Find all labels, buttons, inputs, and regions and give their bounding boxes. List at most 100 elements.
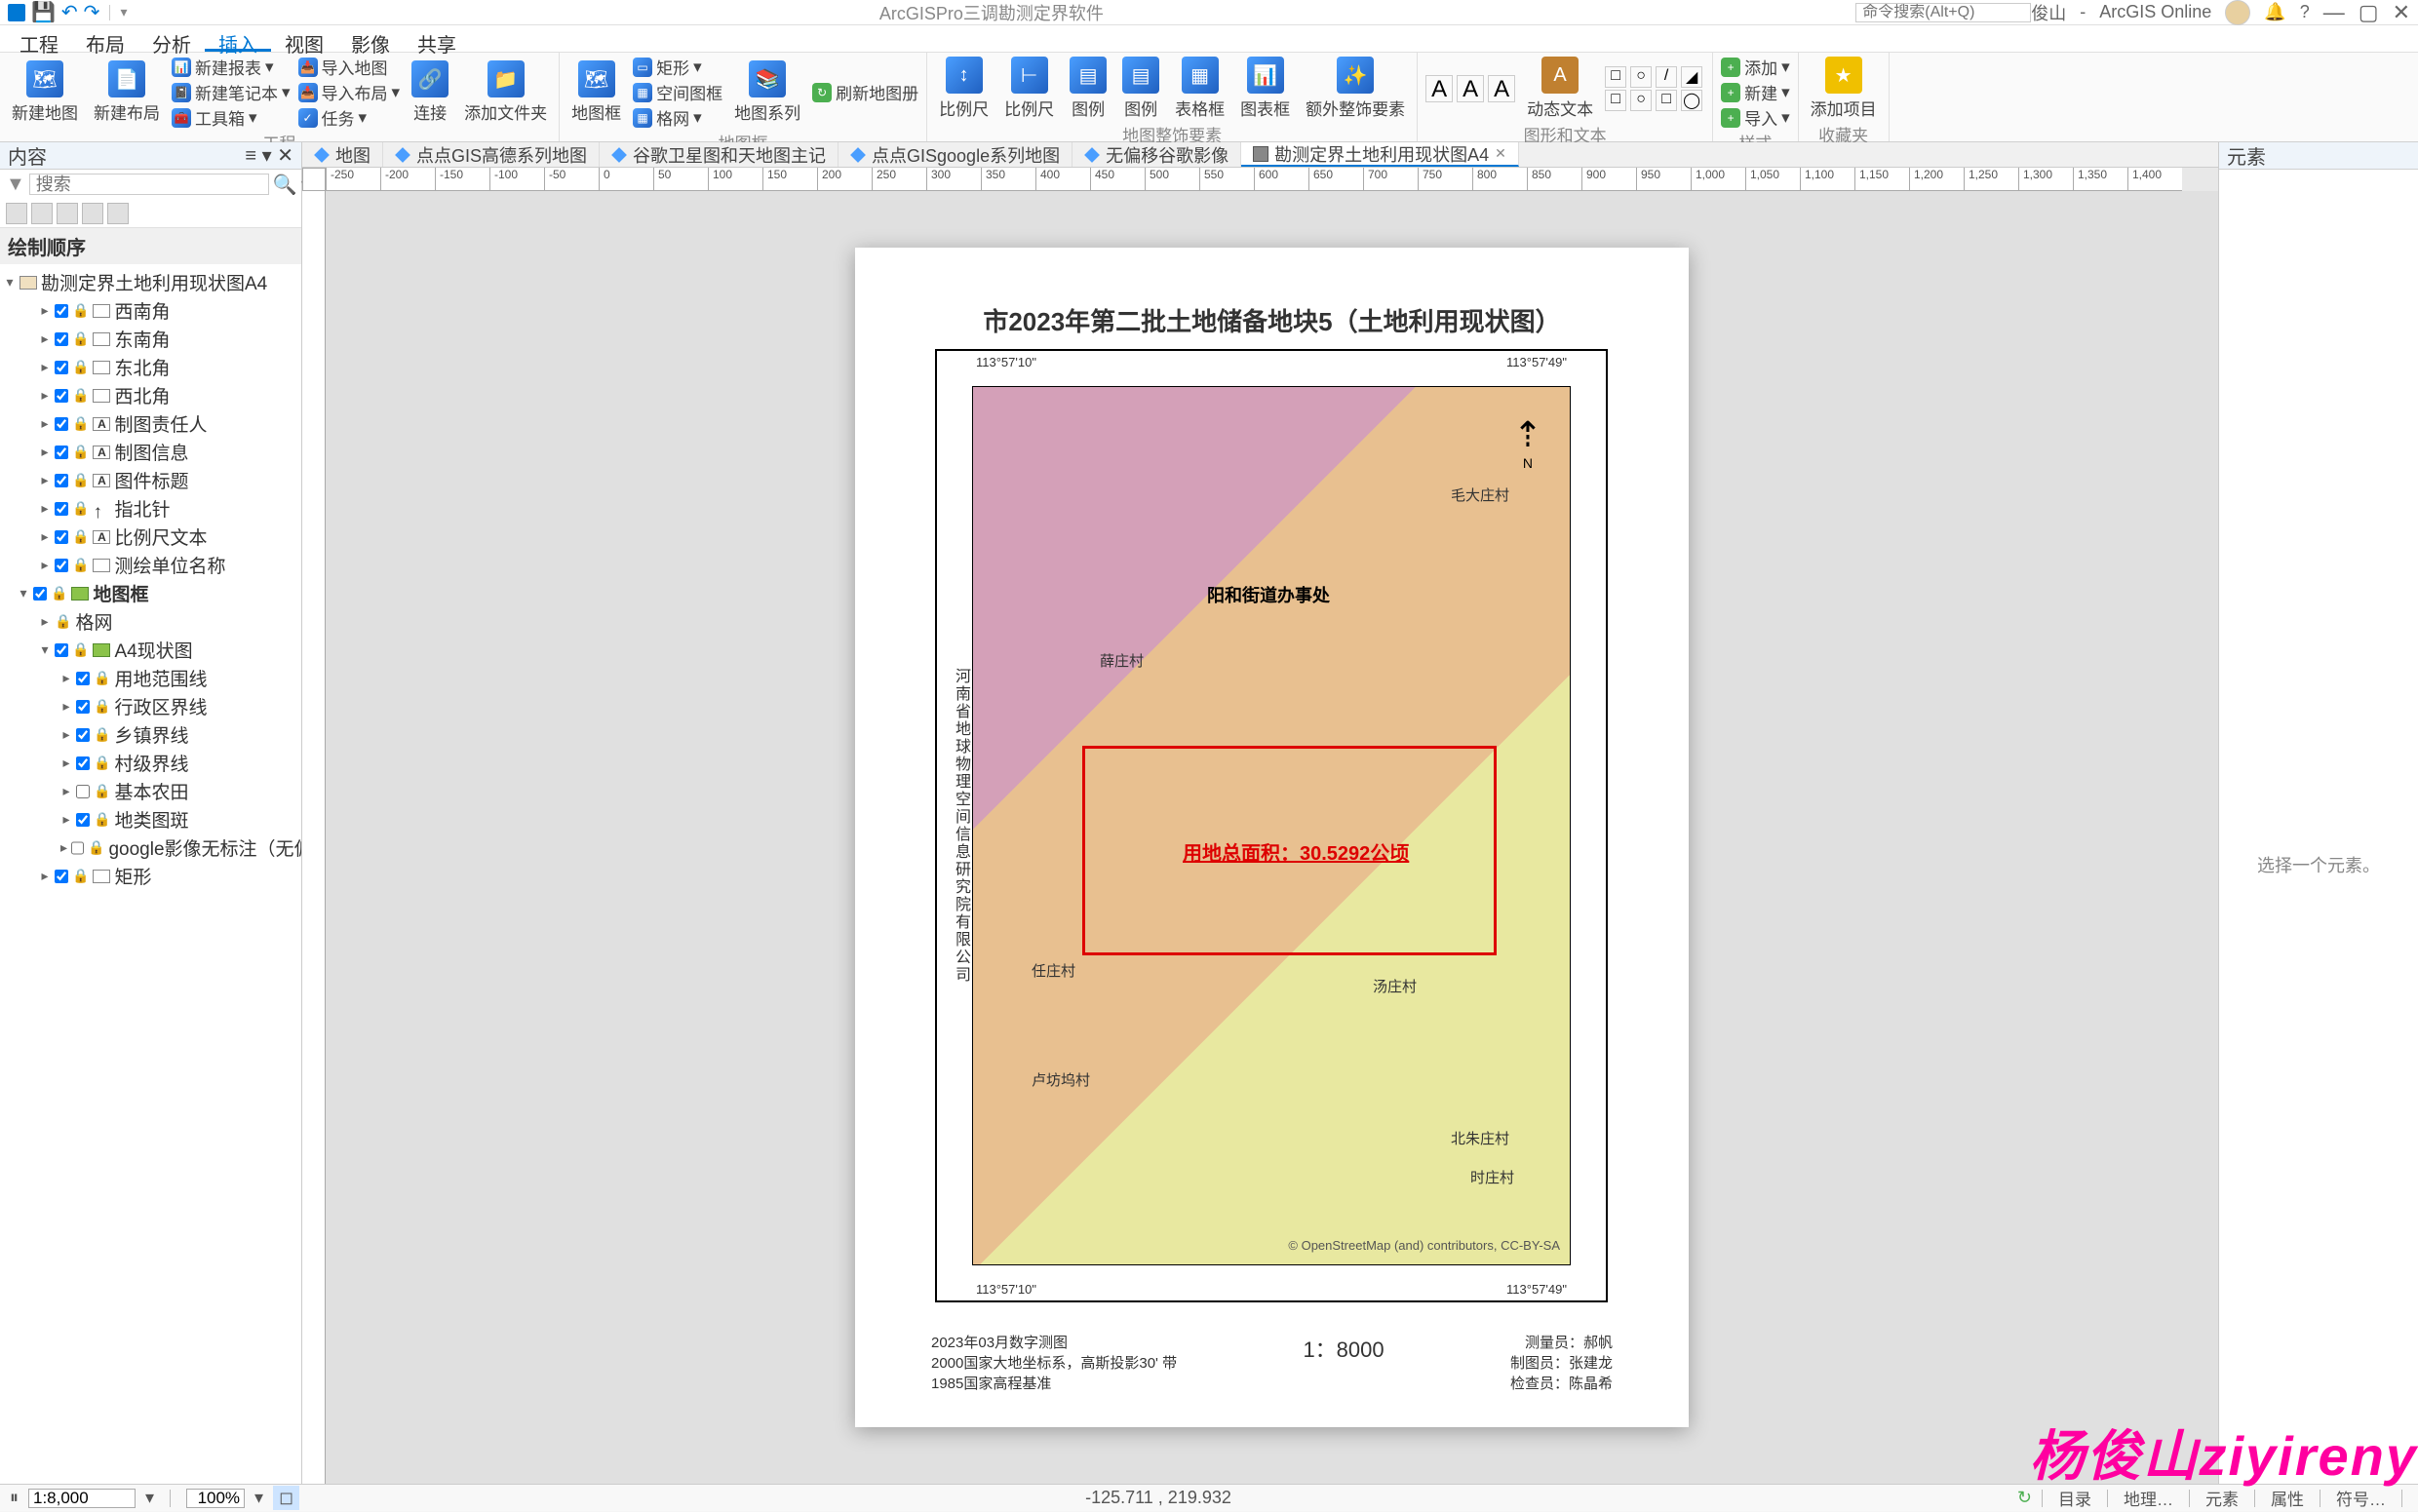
map-series-button[interactable]: 📚地图系列 xyxy=(730,58,804,126)
tree-item[interactable]: ▸🔒乡镇界线 xyxy=(0,720,301,749)
tree-item[interactable]: ▸🔒用地范围线 xyxy=(0,664,301,692)
shape-1[interactable]: ○ xyxy=(1630,66,1652,88)
tree-item[interactable]: ▸🔒东北角 xyxy=(0,353,301,381)
command-search-input[interactable] xyxy=(1855,3,2031,22)
view-tab[interactable]: 无偏移谷歌影像 xyxy=(1072,142,1241,167)
zoom-fit-button[interactable]: ◻ xyxy=(273,1486,299,1510)
tree-item[interactable]: ▸🔒测绘单位名称 xyxy=(0,551,301,579)
layer-checkbox[interactable] xyxy=(71,841,84,855)
layer-checkbox[interactable] xyxy=(76,728,90,742)
menu-分析[interactable]: 分析 xyxy=(138,25,205,52)
source-view-button[interactable] xyxy=(31,203,53,224)
tree-item[interactable]: ▸🔒行政区界线 xyxy=(0,692,301,720)
layer-checkbox[interactable] xyxy=(55,474,68,487)
surround-1[interactable]: ⊢比例尺 xyxy=(1000,55,1058,122)
tree-item[interactable]: ▸🔒村级界线 xyxy=(0,749,301,777)
tree-item[interactable]: ▾🔒A4现状图 xyxy=(0,636,301,664)
zoom-dropdown-icon[interactable]: ▾ xyxy=(254,1488,263,1508)
layer-checkbox[interactable] xyxy=(55,361,68,374)
filter-icon[interactable]: ▼ xyxy=(6,174,25,196)
text-style-3[interactable]: A xyxy=(1488,75,1515,102)
mapframe-button[interactable]: 🗺地图框 xyxy=(567,58,625,126)
tree-item[interactable]: ▸🔒google影像无标注（无偏移） xyxy=(0,834,301,862)
panel-close-icon[interactable]: ✕ xyxy=(277,145,293,167)
layer-checkbox[interactable] xyxy=(55,502,68,516)
shape-4[interactable]: □ xyxy=(1605,90,1626,111)
layer-checkbox[interactable] xyxy=(55,559,68,572)
menu-插入[interactable]: 插入 xyxy=(205,25,271,52)
shape-6[interactable]: □ xyxy=(1656,90,1677,111)
layer-checkbox[interactable] xyxy=(76,756,90,770)
surround-0[interactable]: ↕比例尺 xyxy=(935,55,993,122)
qat-dropdown-icon[interactable]: ▾ xyxy=(120,4,127,20)
layer-checkbox[interactable] xyxy=(55,332,68,346)
list-view-button[interactable] xyxy=(6,203,27,224)
save-icon[interactable]: 💾 xyxy=(31,0,56,24)
shape-5[interactable]: ○ xyxy=(1630,90,1652,111)
surround-3[interactable]: ▤图例 xyxy=(1118,55,1163,122)
tree-item[interactable]: ▸🔒东南角 xyxy=(0,325,301,353)
help-icon[interactable]: ? xyxy=(2300,2,2310,22)
tree-item[interactable]: ▸🔒A比例尺文本 xyxy=(0,523,301,551)
view-tab[interactable]: 谷歌卫星图和天地图主记 xyxy=(600,142,838,167)
style-2[interactable]: +导入▾ xyxy=(1721,105,1790,130)
selection-view-button[interactable] xyxy=(57,203,78,224)
menu-工程[interactable]: 工程 xyxy=(6,25,72,52)
notification-icon[interactable]: 🔔 xyxy=(2264,2,2285,22)
scale-dropdown-icon[interactable]: ▾ xyxy=(145,1488,154,1508)
layer-checkbox[interactable] xyxy=(55,530,68,544)
chevron-down-icon[interactable]: ▾ xyxy=(262,145,272,167)
shape-2[interactable]: / xyxy=(1656,66,1677,88)
import-map-button[interactable]: 📥导入地图 xyxy=(298,55,401,79)
undo-icon[interactable]: ↶ xyxy=(61,0,78,24)
style-0[interactable]: +添加▾ xyxy=(1721,55,1790,79)
pause-icon[interactable]: ⏸ xyxy=(10,1488,19,1508)
redo-icon[interactable]: ↷ xyxy=(84,0,100,24)
surround-4[interactable]: ▦表格框 xyxy=(1171,55,1228,122)
dynamic-text-button[interactable]: A动态文本 xyxy=(1523,55,1597,122)
view-tab[interactable]: 地图 xyxy=(302,142,383,167)
tree-item[interactable]: ▸🔒地类图斑 xyxy=(0,805,301,834)
panel-menu-icon[interactable]: ≡ xyxy=(245,145,256,167)
maximize-button[interactable]: ▢ xyxy=(2359,0,2379,25)
add-folder-button[interactable]: 📁添加文件夹 xyxy=(460,58,551,126)
zoom-input[interactable] xyxy=(186,1489,245,1508)
menu-视图[interactable]: 视图 xyxy=(271,25,337,52)
layer-checkbox[interactable] xyxy=(76,700,90,714)
shape-7[interactable]: ◯ xyxy=(1681,90,1702,111)
rectangle-button[interactable]: ▭矩形▾ xyxy=(633,55,722,79)
tree-item[interactable]: ▸🔒格网 xyxy=(0,607,301,636)
shape-3[interactable]: ◢ xyxy=(1681,66,1702,88)
contents-search-input[interactable] xyxy=(29,174,269,195)
surround-6[interactable]: ✨额外整饰要素 xyxy=(1302,55,1409,122)
layer-checkbox[interactable] xyxy=(76,785,90,798)
edit-view-button[interactable] xyxy=(82,203,103,224)
layer-checkbox[interactable] xyxy=(55,417,68,431)
new-notebook-button[interactable]: 📓新建笔记本▾ xyxy=(172,80,291,104)
scale-input[interactable] xyxy=(28,1489,136,1508)
close-button[interactable]: ✕ xyxy=(2393,0,2410,25)
new-report-button[interactable]: 📊新建报表▾ xyxy=(172,55,291,79)
text-style-1[interactable]: A xyxy=(1425,75,1453,102)
tree-root[interactable]: ▾ 勘测定界土地利用现状图A4 xyxy=(0,268,301,296)
add-favorite-button[interactable]: ★添加项目 xyxy=(1807,55,1881,122)
surround-2[interactable]: ▤图例 xyxy=(1066,55,1111,122)
tree-item[interactable]: ▸🔒基本农田 xyxy=(0,777,301,805)
new-layout-button[interactable]: 📄新建布局 xyxy=(90,58,164,126)
menu-影像[interactable]: 影像 xyxy=(337,25,404,52)
tree-item[interactable]: ▸🔒↑指北针 xyxy=(0,494,301,523)
connection-button[interactable]: 🔗连接 xyxy=(408,58,452,126)
layer-checkbox[interactable] xyxy=(76,672,90,685)
text-style-2[interactable]: A xyxy=(1457,75,1484,102)
refresh-book-button[interactable]: ↻刷新地图册 xyxy=(812,80,918,104)
menu-布局[interactable]: 布局 xyxy=(72,25,138,52)
surround-5[interactable]: 📊图表框 xyxy=(1236,55,1294,122)
view-tab[interactable]: 点点GIS高德系列地图 xyxy=(383,142,600,167)
layer-checkbox[interactable] xyxy=(33,587,47,601)
tab-close-icon[interactable]: ✕ xyxy=(1495,145,1506,162)
tree-item[interactable]: ▸🔒西北角 xyxy=(0,381,301,409)
layer-checkbox[interactable] xyxy=(55,304,68,318)
tree-item[interactable]: ▸🔒A制图信息 xyxy=(0,438,301,466)
tree-item[interactable]: ▸🔒矩形 xyxy=(0,862,301,890)
spatial-frame-button[interactable]: ▦空间图框 xyxy=(633,80,722,104)
